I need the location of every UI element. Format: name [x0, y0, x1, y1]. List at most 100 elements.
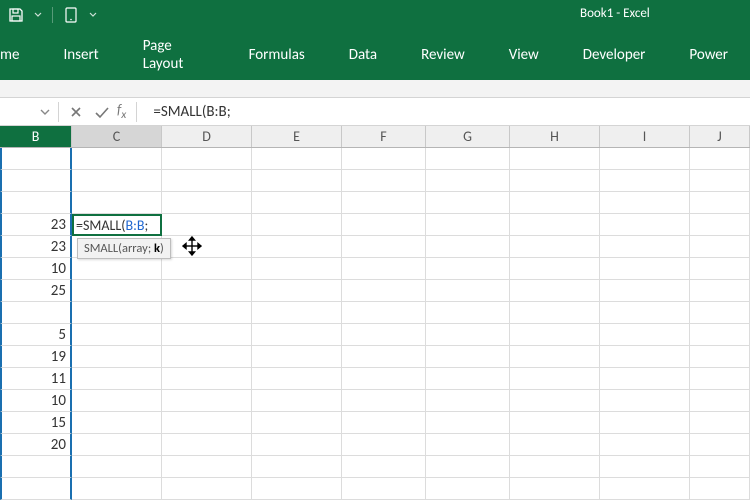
cell[interactable]: [426, 478, 510, 500]
cell[interactable]: [342, 148, 426, 170]
cell[interactable]: [162, 456, 252, 478]
cancel-button[interactable]: [63, 101, 89, 123]
cell[interactable]: [510, 170, 600, 192]
cell[interactable]: [72, 434, 162, 456]
cell[interactable]: [162, 368, 252, 390]
cell[interactable]: [0, 170, 72, 192]
cell[interactable]: [510, 368, 600, 390]
cell[interactable]: [426, 302, 510, 324]
cell[interactable]: [162, 170, 252, 192]
cell[interactable]: [162, 302, 252, 324]
cell[interactable]: [252, 434, 342, 456]
cell[interactable]: 19: [0, 346, 72, 368]
cell-grid[interactable]: 23=SMALL(B:B;SMALL(array; k)231025519111…: [0, 148, 750, 500]
save-icon[interactable]: [8, 7, 24, 23]
cell[interactable]: [342, 214, 426, 236]
cell[interactable]: [600, 280, 690, 302]
cell[interactable]: [600, 214, 690, 236]
cell[interactable]: [426, 214, 510, 236]
cell[interactable]: [72, 148, 162, 170]
cell[interactable]: [510, 148, 600, 170]
cell[interactable]: [510, 258, 600, 280]
cell[interactable]: [252, 214, 342, 236]
cell[interactable]: [690, 280, 750, 302]
cell[interactable]: [252, 258, 342, 280]
column-header-j[interactable]: J: [690, 126, 750, 147]
cell[interactable]: [342, 236, 426, 258]
column-header-h[interactable]: H: [510, 126, 600, 147]
cell[interactable]: [600, 412, 690, 434]
touch-mode-icon[interactable]: [63, 7, 79, 23]
cell[interactable]: [600, 324, 690, 346]
cell[interactable]: [426, 346, 510, 368]
tab-view[interactable]: View: [487, 30, 561, 80]
cell[interactable]: [510, 236, 600, 258]
cell[interactable]: [342, 478, 426, 500]
cell[interactable]: [690, 368, 750, 390]
cell[interactable]: [690, 456, 750, 478]
cell[interactable]: [510, 412, 600, 434]
cell[interactable]: [72, 412, 162, 434]
cell[interactable]: [252, 478, 342, 500]
tab-formulas[interactable]: Formulas: [227, 30, 327, 80]
cell[interactable]: [426, 192, 510, 214]
column-header-e[interactable]: E: [252, 126, 342, 147]
tab-insert[interactable]: Insert: [41, 30, 120, 80]
cell[interactable]: [600, 148, 690, 170]
cell[interactable]: [0, 302, 72, 324]
cell[interactable]: [342, 192, 426, 214]
cell[interactable]: [72, 478, 162, 500]
cell[interactable]: 10: [0, 258, 72, 280]
cell[interactable]: 10: [0, 390, 72, 412]
cell[interactable]: [72, 192, 162, 214]
cell[interactable]: [510, 390, 600, 412]
cell[interactable]: [510, 280, 600, 302]
cell[interactable]: [510, 478, 600, 500]
cell[interactable]: [342, 324, 426, 346]
cell[interactable]: [342, 302, 426, 324]
cell[interactable]: [72, 302, 162, 324]
cell[interactable]: [600, 390, 690, 412]
cell[interactable]: [72, 324, 162, 346]
tab-power[interactable]: Power: [667, 30, 750, 80]
active-cell[interactable]: =SMALL(B:B;SMALL(array; k): [72, 214, 162, 236]
cell[interactable]: [600, 192, 690, 214]
qat-dropdown-icon[interactable]: [34, 11, 42, 19]
tab-developer[interactable]: Developer: [561, 30, 668, 80]
cell[interactable]: [690, 390, 750, 412]
cell[interactable]: [510, 214, 600, 236]
name-box-dropdown[interactable]: [0, 101, 52, 123]
column-header-i[interactable]: I: [600, 126, 690, 147]
cell[interactable]: [0, 148, 72, 170]
cell[interactable]: [162, 236, 252, 258]
cell[interactable]: 23: [0, 214, 72, 236]
cell[interactable]: [510, 192, 600, 214]
cell[interactable]: [426, 280, 510, 302]
cell[interactable]: [162, 192, 252, 214]
cell[interactable]: 23: [0, 236, 72, 258]
cell[interactable]: [162, 434, 252, 456]
cell[interactable]: [0, 456, 72, 478]
cell[interactable]: [426, 456, 510, 478]
cell[interactable]: [72, 456, 162, 478]
cell[interactable]: [426, 148, 510, 170]
cell[interactable]: 11: [0, 368, 72, 390]
cell[interactable]: [690, 148, 750, 170]
cell[interactable]: [600, 302, 690, 324]
cell[interactable]: [510, 302, 600, 324]
cell[interactable]: [252, 390, 342, 412]
cell[interactable]: 15: [0, 412, 72, 434]
insert-function-button[interactable]: fx: [117, 101, 126, 122]
cell[interactable]: [342, 390, 426, 412]
cell[interactable]: [252, 148, 342, 170]
enter-button[interactable]: [89, 101, 115, 123]
cell[interactable]: [426, 434, 510, 456]
cell[interactable]: [690, 478, 750, 500]
cell[interactable]: [510, 456, 600, 478]
cell[interactable]: [600, 170, 690, 192]
cell[interactable]: [252, 412, 342, 434]
tab-page-layout[interactable]: Page Layout: [121, 30, 227, 80]
cell[interactable]: [342, 280, 426, 302]
cell[interactable]: [600, 478, 690, 500]
cell[interactable]: [426, 324, 510, 346]
